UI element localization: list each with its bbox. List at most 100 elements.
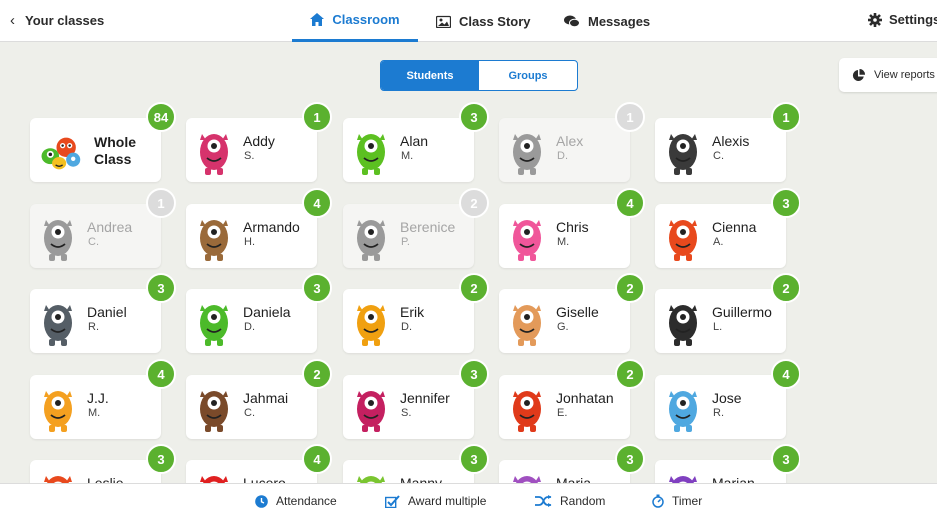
student-card[interactable]: Erik D. [343, 289, 474, 353]
monster-part [49, 339, 55, 346]
points-badge: 4 [615, 188, 645, 218]
student-card[interactable]: Berenice P. [343, 204, 474, 268]
student-card[interactable]: Alex D. [499, 118, 630, 182]
student-card[interactable]: Jennifer S. [343, 375, 474, 439]
student-last-initial: D. [557, 150, 568, 162]
monster-part [530, 425, 536, 432]
student-first-name: Manny [400, 475, 443, 484]
monster-part [680, 314, 686, 320]
student-card[interactable]: Marian [655, 460, 786, 483]
monster-part [374, 425, 380, 432]
student-first-name: Jose [712, 390, 742, 406]
points-badge: 4 [302, 444, 332, 474]
student-first-name: Jonhatan [556, 390, 614, 406]
monster-part [374, 168, 380, 175]
student-card[interactable]: Armando H. [186, 204, 317, 268]
monster-part [530, 168, 536, 175]
student-card[interactable]: J.J. M. [30, 375, 161, 439]
student-card[interactable]: Addy S. [186, 118, 317, 182]
bottom-toolbar: Attendance Award multiple Random Timer [0, 483, 937, 517]
timer-label: Timer [672, 494, 703, 508]
groups-toggle-button[interactable]: Groups [479, 61, 577, 90]
monster-avatar-icon [44, 391, 72, 432]
student-last-initial: M. [557, 236, 570, 248]
points-badge: 2 [459, 188, 489, 218]
monster-part [530, 339, 536, 346]
monster-part [61, 425, 67, 432]
monster-part [530, 254, 536, 261]
student-first-name: J.J. [87, 390, 109, 406]
points-badge: 3 [459, 359, 489, 389]
monster-avatar-icon [513, 134, 541, 175]
points-badge: 1 [771, 102, 800, 132]
student-first-name: Maria [556, 475, 592, 484]
whole-class-card[interactable]: Whole Class [30, 118, 161, 182]
monster-part [686, 168, 692, 175]
student-card[interactable]: Chris M. [499, 204, 630, 268]
monster-part [55, 400, 61, 406]
points-badge: 4 [771, 359, 800, 389]
view-reports-button[interactable]: View reports [839, 58, 937, 92]
student-last-initial: M. [88, 407, 101, 419]
student-card[interactable]: Jose R. [655, 375, 786, 439]
points-badge: 2 [771, 273, 800, 303]
monster-part [518, 425, 524, 432]
student-card[interactable]: Lucero [186, 460, 317, 483]
monster-part [518, 168, 524, 175]
award-multiple-button[interactable]: Award multiple [385, 494, 486, 508]
monster-part [674, 168, 680, 175]
checkbox-icon [385, 494, 400, 508]
student-card[interactable]: Guillermo L. [655, 289, 786, 353]
monster-avatar-icon [200, 220, 228, 261]
student-card[interactable]: Alan M. [343, 118, 474, 182]
monster-part [368, 143, 374, 149]
points-badge: 3 [459, 102, 489, 132]
student-first-name: Guillermo [712, 304, 772, 320]
student-card[interactable]: Daniel R. [30, 289, 161, 353]
monster-part [49, 425, 55, 432]
students-toggle-button[interactable]: Students [381, 61, 479, 90]
monster-part [680, 400, 686, 406]
monster-avatar-icon [669, 220, 697, 261]
student-last-initial: P. [401, 236, 410, 248]
monster-avatar-icon [44, 305, 72, 346]
student-first-name: Alexis [712, 133, 750, 149]
student-last-initial: C. [88, 236, 99, 248]
student-last-initial: M. [401, 150, 414, 162]
student-card[interactable]: Maria [499, 460, 630, 483]
student-first-name: Andrea [87, 219, 133, 235]
student-card[interactable]: Jonhatan E. [499, 375, 630, 439]
student-last-initial: S. [401, 407, 412, 419]
student-card[interactable]: Jahmai C. [186, 375, 317, 439]
student-card[interactable]: Andrea C. [30, 204, 161, 268]
monster-part [61, 339, 67, 346]
student-card[interactable]: Daniela D. [186, 289, 317, 353]
student-last-initial: S. [244, 150, 255, 162]
monster-avatar-icon [669, 305, 697, 346]
student-card[interactable]: Manny [343, 460, 474, 483]
random-button[interactable]: Random [535, 494, 605, 508]
points-badge: 2 [459, 273, 489, 303]
monster-part [524, 143, 530, 149]
student-first-name: Alan [400, 133, 429, 149]
student-first-name: Lucero [243, 475, 286, 484]
points-badge: 3 [771, 444, 800, 474]
monster-part [362, 425, 368, 432]
monster-avatar-icon [513, 220, 541, 261]
timer-button[interactable]: Timer [652, 494, 702, 508]
student-first-name: Armando [243, 219, 300, 235]
award-multiple-label: Award multiple [408, 494, 487, 508]
attendance-button[interactable]: Attendance [255, 494, 337, 508]
monster-part [211, 143, 217, 149]
student-card[interactable]: Alexis C. [655, 118, 786, 182]
student-card[interactable]: Cienna A. [655, 204, 786, 268]
settings-button[interactable]: Settings [868, 12, 937, 27]
student-card[interactable]: Leslie [30, 460, 161, 483]
points-badge: 1 [146, 188, 176, 218]
student-first-name: Giselle [556, 304, 599, 320]
stopwatch-icon [652, 494, 664, 508]
whole-class-label: Whole Class [94, 134, 154, 168]
points-badge: 2 [615, 273, 645, 303]
student-card[interactable]: Giselle G. [499, 289, 630, 353]
monster-part [217, 425, 223, 432]
